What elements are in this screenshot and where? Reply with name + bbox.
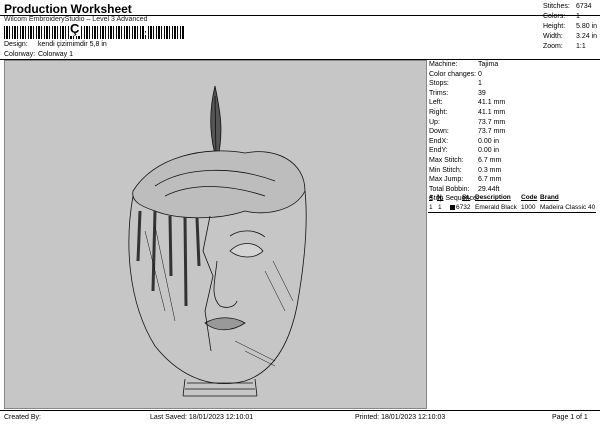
worksheet-footer: Created By: Last Saved: 18/01/2023 12:10… <box>0 410 600 424</box>
stat-colors: Colors: 1 <box>543 12 597 22</box>
stat-label: Width: <box>543 33 563 40</box>
detail-value: 6.7 mm <box>478 176 502 184</box>
nose <box>213 260 238 308</box>
detail-label: Max Jump: <box>429 176 464 184</box>
cell-brand: Madeira Classic 40 <box>540 204 596 211</box>
cell-code: 1000 <box>521 204 536 211</box>
detail-value: Tajima <box>478 61 499 68</box>
wax-drips <box>136 210 201 307</box>
detail-endx: EndX: 0.00 in <box>428 137 596 147</box>
embroidery-design-image <box>128 85 307 397</box>
barcode-tail: , <box>144 24 147 35</box>
detail-down: Down: 73.7 mm <box>428 127 596 137</box>
detail-value: 0.00 in <box>478 147 500 155</box>
design-details-panel: Machine: Tajima Color changes: 0 Stops: 1 T… <box>428 60 596 204</box>
detail-label: Stops: <box>429 80 449 88</box>
cell-index: 1 <box>429 204 433 211</box>
hatching <box>144 225 294 367</box>
detail-min-stitch: Min Stitch: 0.3 mm <box>428 166 596 176</box>
detail-endy: EndY: 0.00 in <box>428 146 596 156</box>
printed-date: Printed: 18/01/2023 12:10:03 <box>355 414 446 421</box>
detail-up: Up: 73.7 mm <box>428 118 596 128</box>
colorway-label: Colorway: <box>4 51 36 58</box>
stat-value: 5.80 in <box>576 23 598 30</box>
detail-label: Right: <box>429 108 448 116</box>
detail-label: Down: <box>429 128 449 136</box>
stat-label: Stitches: <box>543 3 570 10</box>
design-info: Design: kendi çizimimdir 5,8 in <box>4 41 107 48</box>
lips <box>204 317 246 331</box>
col-header-brand: Brand <box>540 194 559 201</box>
detail-max-jump: Max Jump: 6.7 mm <box>428 175 596 185</box>
stat-label: Zoom: <box>543 43 563 50</box>
design-preview <box>4 60 427 409</box>
stat-value: 6734 <box>576 3 592 10</box>
detail-value: 1 <box>478 80 482 88</box>
detail-value: 0.00 in <box>478 137 500 145</box>
table-divider <box>428 212 596 213</box>
stat-label: Colors: <box>543 13 566 20</box>
design-label: Design: <box>4 41 28 48</box>
stat-value: 3.24 in <box>576 33 598 40</box>
detail-value: 0 <box>478 70 482 78</box>
detail-color-changes: Color changes: 0 <box>428 70 596 80</box>
eyebrow <box>229 230 266 238</box>
detail-label: EndX: <box>429 137 449 145</box>
created-by: Created By: <box>4 414 41 421</box>
design-stats: Stitches: 6734 Colors: 1 Height: 5.80 in Wi… <box>543 2 597 52</box>
detail-value: 73.7 mm <box>478 118 506 126</box>
detail-max-stitch: Max Stitch: 6.7 mm <box>428 156 596 166</box>
stop-table-header: # N. St. Description Code Brand <box>428 193 596 203</box>
detail-value: 73.7 mm <box>478 128 506 136</box>
stat-height: Height: 5.80 in <box>543 22 597 32</box>
detail-label: Machine: <box>429 61 458 68</box>
detail-machine: Machine: Tajima <box>428 60 596 70</box>
cell-needle: 1 <box>438 204 442 211</box>
last-saved: Last Saved: 18/01/2023 12:10:01 <box>150 414 254 421</box>
detail-value: 6.7 mm <box>478 156 502 164</box>
detail-stops: Stops: 1 <box>428 79 596 89</box>
stat-value: 1:1 <box>576 43 586 50</box>
stat-stitches: Stitches: 6734 <box>543 2 597 12</box>
detail-left: Left: 41.1 mm <box>428 98 596 108</box>
detail-value: 0.3 mm <box>478 166 502 174</box>
wax-top <box>132 150 306 219</box>
cell-stitches: 6732 <box>456 204 471 211</box>
detail-value: 41.1 mm <box>478 99 506 107</box>
design-value: kendi çizimimdir 5,8 in <box>37 41 107 48</box>
detail-right: Right: 41.1 mm <box>428 108 596 118</box>
detail-label: Left: <box>429 99 443 107</box>
col-header-needle: N. <box>437 194 444 201</box>
design-barcode: Ç , <box>4 21 184 39</box>
detail-label: Max Stitch: <box>429 156 464 164</box>
col-header-code: Code <box>521 194 538 201</box>
detail-label: Trims: <box>429 89 449 97</box>
colorway-value: Colorway 1 <box>37 51 73 58</box>
stat-width: Width: 3.24 in <box>543 32 597 42</box>
stat-zoom: Zoom: 1:1 <box>543 42 597 52</box>
detail-value: 39 <box>478 89 486 97</box>
col-header-stitches: St. <box>462 194 471 201</box>
detail-trims: Trims: 39 <box>428 89 596 99</box>
face-crack <box>202 215 214 352</box>
color-swatch <box>450 205 455 210</box>
detail-label: Color changes: <box>429 70 477 78</box>
detail-label: Min Stitch: <box>429 166 462 174</box>
detail-label: Up: <box>429 118 440 126</box>
col-header-index: # <box>429 194 433 201</box>
detail-value: 41.1 mm <box>478 108 506 116</box>
neck <box>182 378 258 397</box>
barcode-glyph: Ç <box>69 21 81 36</box>
stat-label: Height: <box>543 23 566 30</box>
page-number: Page 1 of 1 <box>552 414 588 421</box>
eye <box>229 243 264 258</box>
detail-label: EndY: <box>429 147 448 155</box>
col-header-description: Description <box>475 194 511 201</box>
divider <box>0 15 600 16</box>
colorway-info: Colorway: Colorway 1 <box>4 51 73 58</box>
worksheet-title: Production Worksheet <box>4 2 132 16</box>
cell-description: Emerald Black <box>475 204 517 211</box>
